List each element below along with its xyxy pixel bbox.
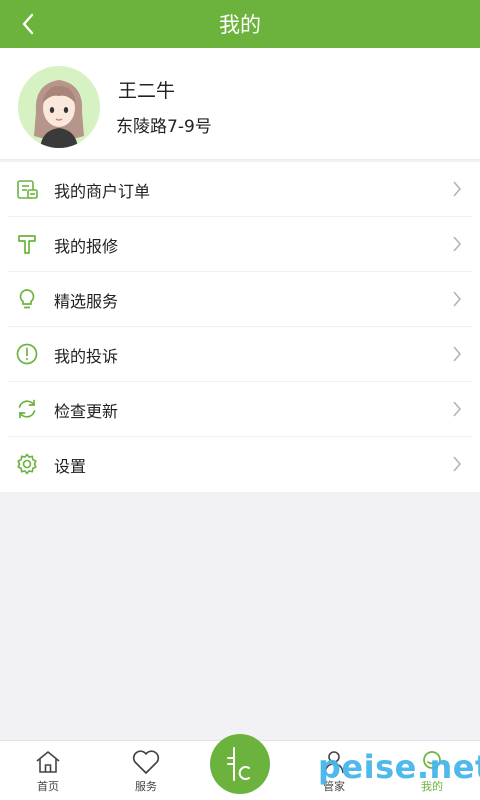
menu-item-my-repairs[interactable]: 我的报修: [0, 217, 480, 272]
chevron-right-icon: [453, 401, 462, 417]
tab-label: 首页: [37, 780, 59, 793]
merchant-order-icon: [14, 176, 40, 202]
menu-item-label: 精选服务: [54, 291, 119, 311]
menu-item-label: 检查更新: [54, 401, 119, 421]
lightbulb-icon: [14, 286, 40, 312]
user-name: 王二牛: [118, 80, 176, 102]
menu-item-check-update[interactable]: 检查更新: [0, 382, 480, 437]
home-icon: [33, 747, 63, 777]
door-key-button[interactable]: [210, 734, 270, 794]
repair-hammer-icon: [14, 231, 40, 257]
menu-item-settings[interactable]: 设置: [0, 437, 480, 492]
chevron-right-icon: [453, 346, 462, 362]
page-title: 我的: [219, 13, 261, 37]
menu-list: 我的商户订单 我的报修 精选服务 我的投诉 检查更新 设置: [0, 162, 480, 492]
watermark-text: peise.net: [318, 748, 480, 786]
gear-icon: [14, 451, 40, 477]
chevron-right-icon: [453, 456, 462, 472]
tab-label: 服务: [135, 780, 157, 793]
back-button[interactable]: [10, 6, 46, 42]
tab-home[interactable]: 首页: [0, 741, 96, 800]
menu-item-label: 设置: [54, 456, 87, 476]
menu-item-label: 我的投诉: [54, 346, 119, 366]
menu-item-my-complaints[interactable]: 我的投诉: [0, 327, 480, 382]
menu-item-label: 我的商户订单: [54, 181, 151, 201]
profile-card[interactable]: 王二牛 东陵路7-9号: [0, 48, 480, 160]
avatar[interactable]: [18, 66, 100, 148]
chevron-right-icon: [453, 291, 462, 307]
chevron-left-icon: [22, 13, 34, 35]
chevron-right-icon: [453, 236, 462, 252]
heart-icon: [131, 747, 161, 777]
tab-services[interactable]: 服务: [98, 741, 194, 800]
menu-item-label: 我的报修: [54, 236, 119, 256]
key-icon: [227, 747, 250, 781]
menu-item-featured-services[interactable]: 精选服务: [0, 272, 480, 327]
top-bar: 我的: [0, 0, 480, 48]
chevron-right-icon: [453, 181, 462, 197]
menu-item-merchant-orders[interactable]: 我的商户订单: [0, 162, 480, 217]
complaint-alert-icon: [14, 341, 40, 367]
user-address: 东陵路7-9号: [116, 117, 212, 137]
refresh-icon: [14, 396, 40, 422]
